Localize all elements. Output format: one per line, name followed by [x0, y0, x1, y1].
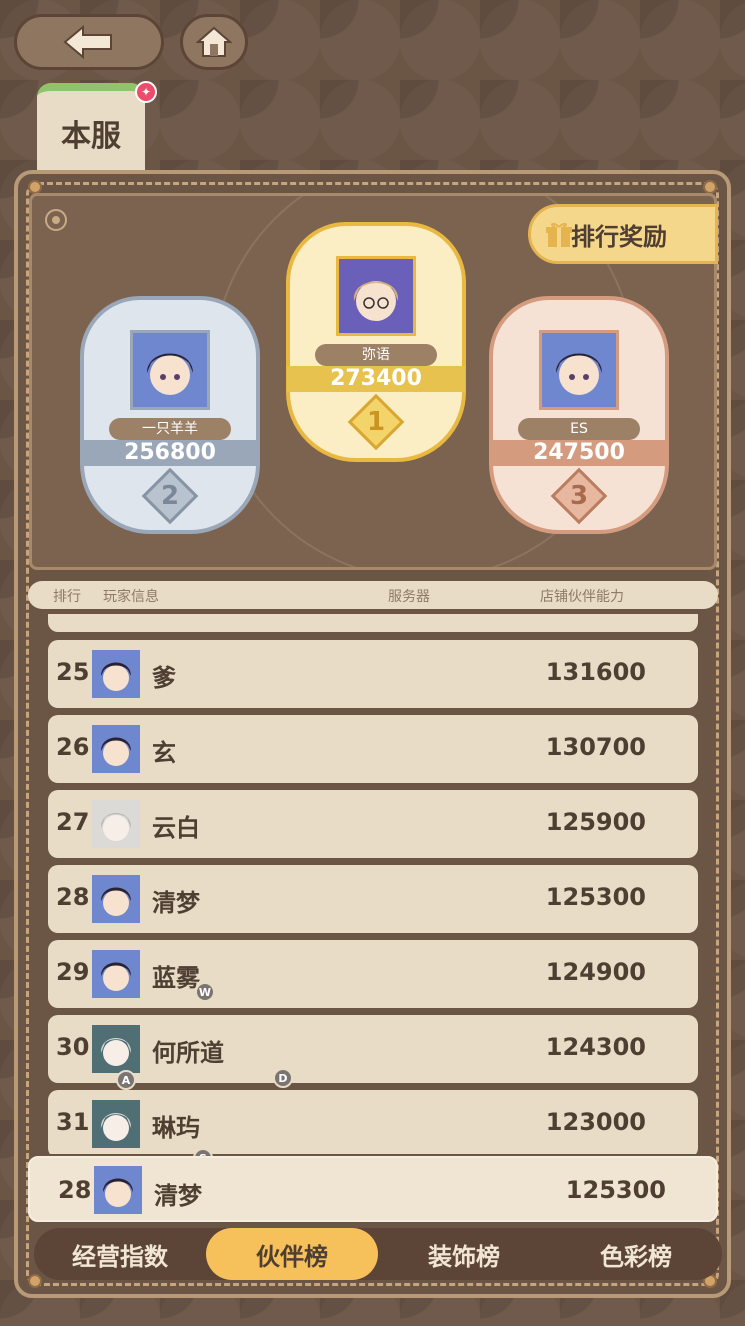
row-rank: 31 [56, 1108, 90, 1136]
avatar [92, 800, 140, 848]
key-hint-a: A [116, 1070, 136, 1090]
table-row[interactable]: 26 玄 130700 [48, 715, 698, 783]
podium-card-rank-1[interactable]: 弥语 273400 1 [286, 222, 466, 462]
row-name: 云白 [152, 814, 200, 842]
tab-partner-ranking[interactable]: 伙伴榜 [206, 1228, 378, 1280]
ranking-reward-button[interactable]: 排行奖励 [528, 204, 718, 264]
avatar [130, 330, 210, 410]
tab-color-ranking[interactable]: 色彩榜 [550, 1228, 722, 1280]
table-row[interactable]: 28 清梦 125300 [48, 865, 698, 933]
table-row[interactable]: 31 琳玙 123000 [48, 1090, 698, 1154]
home-button[interactable] [180, 14, 248, 70]
podium-name: ES [518, 418, 640, 440]
row-score: 123000 [545, 1108, 646, 1136]
table-row-partial[interactable] [48, 614, 698, 632]
row-name: 何所道 [152, 1039, 224, 1067]
row-rank: 25 [56, 658, 90, 686]
row-rank: 28 [56, 883, 90, 911]
home-icon [196, 26, 232, 57]
row-name: 琳玙 [152, 1114, 200, 1142]
podium-score: 247500 [490, 440, 668, 466]
avatar [92, 725, 140, 773]
header-player-info: 玩家信息 [103, 589, 159, 605]
row-rank: 30 [56, 1033, 90, 1061]
header-partner-power: 店铺伙伴能力 [540, 589, 624, 605]
rank-number: 2 [160, 481, 180, 511]
avatar [92, 650, 140, 698]
header-rank: 排行 [53, 589, 81, 605]
row-score: 125900 [545, 808, 646, 836]
rank-number: 1 [366, 407, 386, 437]
podium-card-rank-3[interactable]: ES 247500 3 [489, 296, 669, 534]
back-button[interactable] [14, 14, 164, 70]
tab-decoration-ranking[interactable]: 装饰榜 [378, 1228, 550, 1280]
ranking-reward-label: 排行奖励 [571, 222, 667, 251]
corner-stud [28, 1274, 42, 1288]
avatar [539, 330, 619, 410]
row-score: 124300 [545, 1033, 646, 1061]
row-name: 清梦 [152, 889, 200, 917]
row-score: 125300 [545, 883, 646, 911]
ranking-list[interactable]: 25 爹 131600 26 玄 130700 27 云白 125900 28 … [48, 614, 698, 1154]
table-row[interactable]: 25 爹 131600 [48, 640, 698, 708]
key-hint-w: W [195, 982, 215, 1002]
corner-stud [703, 180, 717, 194]
podium-name: 一只羊羊 [109, 418, 231, 440]
my-rank-row[interactable]: 28 清梦 125300 [28, 1156, 718, 1222]
podium-score: 256800 [81, 440, 259, 466]
avatar [92, 875, 140, 923]
table-row[interactable]: 27 云白 125900 [48, 790, 698, 858]
key-hint-d: D [273, 1068, 293, 1088]
row-rank: 26 [56, 733, 90, 761]
avatar [336, 256, 416, 336]
row-name: 玄 [152, 739, 176, 767]
row-score: 130700 [545, 733, 646, 761]
avatar [92, 1025, 140, 1073]
row-rank: 27 [56, 808, 90, 836]
list-header: 排行 玩家信息 服务器 店铺伙伴能力 [28, 581, 718, 609]
bottom-tab-bar: 经营指数 伙伴榜 装饰榜 色彩榜 [34, 1228, 722, 1280]
corner-ornament-icon [45, 209, 67, 231]
podium-card-rank-2[interactable]: 一只羊羊 256800 2 [80, 296, 260, 534]
tab-business-index[interactable]: 经营指数 [34, 1228, 206, 1280]
notification-badge: ✦ [135, 81, 157, 103]
my-score: 125300 [565, 1176, 666, 1204]
gift-icon [546, 222, 572, 247]
my-rank: 28 [58, 1176, 92, 1204]
back-arrow-icon [63, 25, 112, 59]
row-rank: 29 [56, 958, 90, 986]
table-row[interactable]: 30 何所道 124300 [48, 1015, 698, 1083]
podium-score: 273400 [287, 366, 465, 392]
row-name: 蓝雾 [152, 964, 200, 992]
row-score: 124900 [545, 958, 646, 986]
row-name: 爹 [152, 664, 176, 692]
avatar [92, 950, 140, 998]
table-row[interactable]: 29 蓝雾 124900 [48, 940, 698, 1008]
rank-number: 3 [569, 481, 589, 511]
tab-local-server-label: 本服 [61, 119, 121, 154]
tab-local-server[interactable]: 本服 ✦ [37, 81, 157, 175]
row-score: 131600 [545, 658, 646, 686]
corner-stud [28, 180, 42, 194]
avatar [92, 1100, 140, 1148]
my-name: 清梦 [154, 1182, 202, 1210]
avatar [94, 1166, 142, 1214]
header-server: 服务器 [388, 589, 430, 605]
top-bar [14, 14, 248, 70]
podium-name: 弥语 [315, 344, 437, 366]
